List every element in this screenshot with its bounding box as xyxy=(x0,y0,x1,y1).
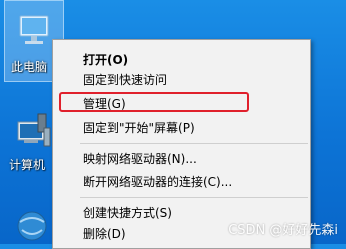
menu-item-disconnect-drive[interactable]: 断开网络驱动器的连接(C)... xyxy=(83,172,232,192)
computer-management-icon[interactable] xyxy=(14,110,54,154)
computer-label: 计算机 xyxy=(9,158,46,172)
menu-item-pin-quick-access[interactable]: 固定到快速访问 xyxy=(83,70,167,90)
menu-item-delete[interactable]: 删除(D) xyxy=(83,224,126,244)
menu-item-open[interactable]: 打开(O) xyxy=(83,50,128,70)
network-icon[interactable] xyxy=(12,200,52,244)
context-menu: 打开(O) 固定到快速访问 管理(G) 固定到"开始"屏幕(P) 映射网络驱动器… xyxy=(52,39,311,249)
menu-separator xyxy=(80,197,308,198)
computer-icon[interactable] xyxy=(14,10,54,50)
watermark: CSDN @好好先森i xyxy=(228,223,338,238)
menu-item-pin-start[interactable]: 固定到"开始"屏幕(P) xyxy=(83,118,195,138)
menu-separator xyxy=(80,143,308,144)
menu-item-map-drive[interactable]: 映射网络驱动器(N)... xyxy=(83,149,197,169)
menu-item-create-shortcut[interactable]: 创建快捷方式(S) xyxy=(83,203,172,223)
this-pc-label: 此电脑 xyxy=(11,60,48,74)
highlight-box xyxy=(59,92,249,112)
